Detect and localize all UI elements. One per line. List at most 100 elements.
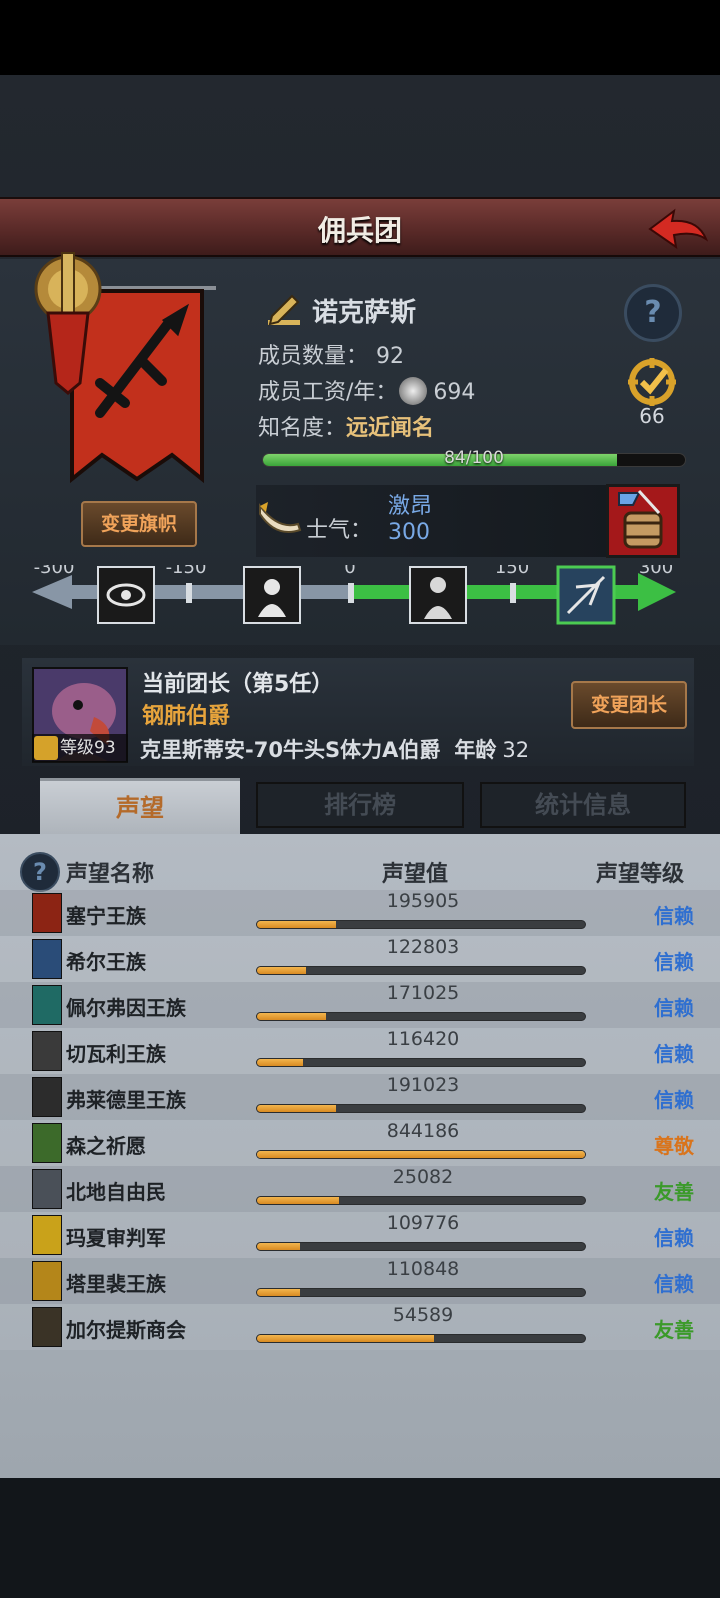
fame-progress-text: 84/100	[444, 448, 504, 468]
faction-name: 弗莱德里王族	[66, 1088, 186, 1112]
silver-coin-icon	[399, 377, 428, 405]
scale-tick-label: -150	[166, 565, 207, 578]
leader-description-row: 克里斯蒂安-70牛头S体力A伯爵 年龄 32	[140, 734, 529, 764]
table-row[interactable]: 北地自由民 25082 友善	[0, 1166, 720, 1212]
morale-label: 士气：	[306, 518, 373, 543]
leader-description: 克里斯蒂安-70牛头S体力A伯爵	[140, 738, 441, 762]
morale-state: 激昂	[388, 494, 433, 519]
reputation-level: 友善	[654, 1180, 694, 1204]
reputation-progress-bar	[256, 1196, 586, 1205]
reputation-value: 110848	[386, 1258, 460, 1280]
status-bar-area	[0, 0, 720, 75]
scale-tick-label: 0	[344, 565, 355, 578]
reputation-level: 信赖	[654, 1272, 694, 1296]
table-row[interactable]: 切瓦利王族 116420 信赖	[0, 1028, 720, 1074]
faction-name: 塞宁王族	[66, 904, 146, 928]
table-row[interactable]: 森之祈愿 844186 尊敬	[0, 1120, 720, 1166]
faction-crest-icon	[32, 1169, 62, 1209]
tab-statistics[interactable]: 统计信息	[480, 782, 686, 828]
morale-value: 300	[388, 520, 430, 545]
faction-crest-icon	[32, 939, 62, 979]
tabs-row: 声望 排行榜 统计信息	[28, 778, 692, 834]
guild-name-row: 诺克萨斯	[264, 290, 416, 330]
target-check-icon	[628, 358, 676, 406]
reputation-level: 信赖	[654, 904, 694, 928]
tab-reputation[interactable]: 声望	[40, 778, 240, 834]
morale-barrel-icon[interactable]	[606, 484, 680, 558]
reputation-progress-fill	[257, 1335, 435, 1342]
table-row[interactable]: 佩尔弗因王族 171025 信赖	[0, 982, 720, 1028]
morale-stage-excited-icon[interactable]	[556, 565, 616, 625]
change-banner-button[interactable]: 变更旗帜	[81, 501, 197, 547]
faction-name: 森之祈愿	[66, 1134, 146, 1158]
reputation-value: 109776	[386, 1212, 460, 1234]
column-header-level: 声望等级	[596, 862, 685, 887]
table-row[interactable]: 玛夏审判军 109776 信赖	[0, 1212, 720, 1258]
leader-age-value: 32	[502, 738, 530, 762]
faction-name: 加尔提斯商会	[66, 1318, 186, 1342]
reputation-level: 信赖	[654, 1042, 694, 1066]
reputation-level: 友善	[654, 1318, 694, 1342]
faction-crest-icon	[32, 893, 62, 933]
edit-name-icon[interactable]	[264, 290, 304, 330]
table-row[interactable]: 加尔提斯商会 54589 友善	[0, 1304, 720, 1350]
reputation-level: 信赖	[654, 1088, 694, 1112]
tab-leaderboard[interactable]: 排行榜	[256, 782, 464, 828]
faction-crest-icon	[32, 1031, 62, 1071]
reputation-value: 191023	[386, 1074, 460, 1096]
horn-icon	[259, 502, 302, 533]
help-button[interactable]: ?	[624, 284, 682, 342]
change-leader-button[interactable]: 变更团长	[571, 681, 687, 729]
reputation-value: 844186	[386, 1120, 460, 1142]
reputation-progress-fill	[257, 1289, 300, 1296]
fame-stat: 知名度：远近闻名	[258, 414, 434, 444]
salary-stat: 成员工资/年： 694	[258, 377, 475, 408]
faction-name: 切瓦利王族	[66, 1042, 166, 1066]
morale-stage-calm-icon[interactable]	[409, 566, 467, 624]
fame-label: 知名度：	[258, 416, 347, 441]
reputation-value: 171025	[386, 982, 460, 1004]
guild-name: 诺克萨斯	[312, 297, 417, 328]
reputation-value: 195905	[386, 890, 460, 912]
back-arrow-icon[interactable]	[646, 205, 710, 253]
faction-name: 塔里裴王族	[66, 1272, 166, 1296]
reputation-progress-bar	[256, 1334, 586, 1343]
reputation-value: 54589	[392, 1304, 454, 1326]
faction-crest-icon	[32, 1215, 62, 1255]
reputation-progress-fill	[257, 1013, 326, 1020]
bottom-background	[0, 1478, 720, 1598]
members-value: 92	[376, 344, 405, 369]
reputation-progress-bar	[256, 1150, 586, 1159]
table-row[interactable]: 弗莱德里王族 191023 信赖	[0, 1074, 720, 1120]
badge-value: 66	[639, 404, 665, 428]
table-row[interactable]: 塞宁王族 195905 信赖	[0, 890, 720, 936]
reputation-progress-bar	[256, 1012, 586, 1021]
salary-label: 成员工资/年：	[258, 380, 398, 405]
leader-age-label: 年龄	[454, 738, 497, 762]
leader-rank: 钢肺伯爵	[142, 704, 231, 729]
reputation-progress-fill	[257, 967, 307, 974]
faction-crest-icon	[32, 1077, 62, 1117]
reputation-value: 116420	[386, 1028, 460, 1050]
table-row[interactable]: 希尔王族 122803 信赖	[0, 936, 720, 982]
reputation-value: 122803	[386, 936, 460, 958]
morale-stage-despair-icon[interactable]	[243, 566, 301, 624]
scale-tick-label: -300	[34, 565, 75, 578]
reputation-help-button[interactable]: ?	[20, 852, 60, 892]
guild-banner-icon	[34, 252, 216, 484]
faction-name: 希尔王族	[66, 950, 146, 974]
column-header-value: 声望值	[382, 862, 449, 887]
scale-tick-label: 300	[639, 565, 673, 578]
reputation-progress-fill	[257, 1105, 336, 1112]
reputation-progress-fill	[257, 1197, 339, 1204]
morale-stage-eye-icon[interactable]	[97, 566, 155, 624]
reputation-value: 25082	[392, 1166, 454, 1188]
reputation-progress-fill	[257, 1243, 300, 1250]
table-row[interactable]: 塔里裴王族 110848 信赖	[0, 1258, 720, 1304]
members-stat: 成员数量： 92	[258, 342, 404, 372]
faction-crest-icon	[32, 1123, 62, 1163]
achievement-badge[interactable]: 66	[622, 356, 682, 428]
reputation-level: 信赖	[654, 1226, 694, 1250]
reputation-progress-bar	[256, 920, 586, 929]
reputation-progress-fill	[257, 1151, 585, 1158]
